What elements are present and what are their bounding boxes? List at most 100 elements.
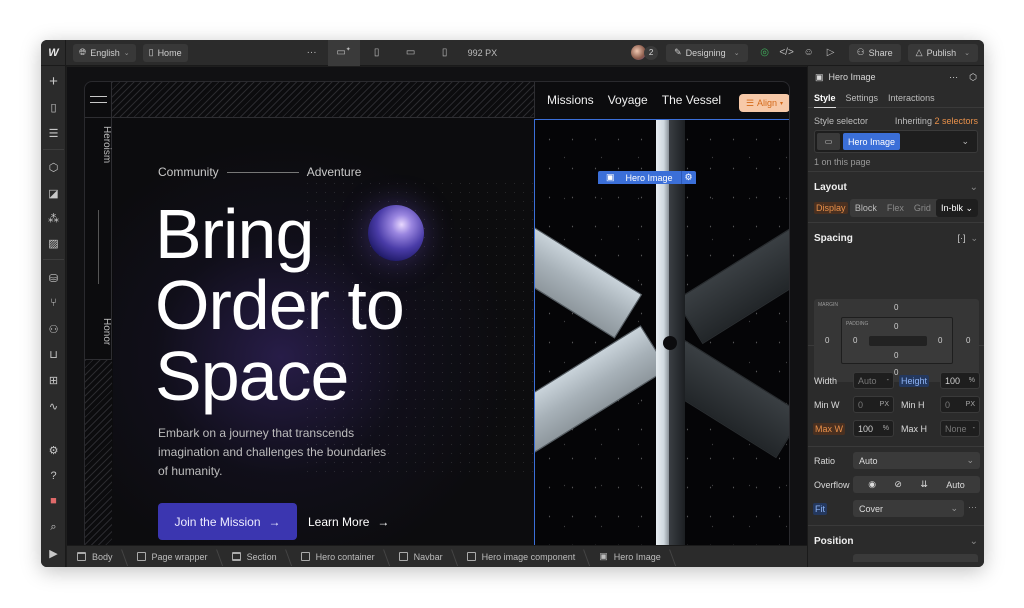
display-inline-block[interactable]: In-blk ⌄ — [935, 199, 978, 217]
assets-icon[interactable]: ▨ — [41, 234, 66, 252]
layout-section-header[interactable]: Layout ⌄ — [808, 176, 984, 198]
padding-top-input[interactable]: 0 — [894, 322, 898, 331]
overflow-hidden-icon[interactable]: ⊘ — [894, 479, 902, 490]
nav-link-vessel[interactable]: The Vessel — [662, 93, 721, 107]
element-settings-icon[interactable]: ⚙ — [680, 171, 696, 184]
webflow-logo[interactable]: W — [41, 40, 66, 66]
padding-bottom-input[interactable]: 0 — [894, 351, 898, 360]
max-height-input[interactable]: None - — [940, 420, 980, 437]
height-input[interactable]: 100% — [940, 372, 980, 389]
margin-left-input[interactable]: 0 — [825, 336, 829, 345]
margin-top-input[interactable]: 0 — [894, 303, 898, 312]
tab-settings[interactable]: Settings — [846, 93, 879, 103]
spacing-section-header[interactable]: Spacing [·] ⌄ — [808, 227, 984, 249]
page-select[interactable]: ▯ Home — [142, 43, 188, 62]
record-icon[interactable]: ■ — [41, 492, 66, 510]
div-icon — [300, 552, 310, 561]
breadcrumb-hero-image-component[interactable]: Hero image component — [457, 546, 590, 568]
breadcrumb: Body Page wrapper Section Hero container… — [67, 545, 807, 567]
join-mission-button[interactable]: Join the Mission → — [158, 503, 297, 540]
cms-icon[interactable]: ⛁ — [41, 269, 66, 287]
overflow-scroll-icon[interactable]: ⇊ — [920, 479, 928, 490]
styles-icon[interactable]: ◪ — [41, 184, 66, 202]
logic-icon[interactable]: ⑂ — [41, 294, 66, 312]
selected-element-label[interactable]: ▣ Hero Image ⚙ — [598, 171, 696, 184]
fit-select[interactable]: Cover ⌄ — [853, 500, 964, 517]
fit-more-icon[interactable]: ··· — [968, 502, 977, 512]
inheriting-prefix: Inheriting — [894, 116, 932, 126]
code-icon[interactable]: </> — [776, 40, 798, 66]
breadcrumb-hero-image[interactable]: ▣ Hero Image — [589, 546, 675, 568]
breakpoint-desktop-icon[interactable]: ▭ ✦ — [327, 40, 360, 66]
apps-icon[interactable]: ⊞ — [41, 371, 66, 389]
align-button[interactable]: ☰ Align ▾ — [739, 94, 789, 112]
overflow-visible-icon[interactable]: ◉ — [868, 479, 876, 490]
padding-left-input[interactable]: 0 — [853, 336, 857, 345]
display-grid[interactable]: Grid — [909, 203, 936, 213]
max-width-unit[interactable]: % — [883, 425, 889, 432]
more-options-icon[interactable]: ··· — [949, 72, 958, 82]
hamburger-icon[interactable] — [85, 82, 112, 118]
overflow-auto[interactable]: Auto — [946, 480, 965, 490]
mode-select[interactable]: ✎ Designing ⌄ — [666, 43, 748, 62]
pages-icon[interactable]: ▯ — [41, 98, 66, 116]
min-width-input[interactable]: 0 PX — [853, 396, 894, 413]
comments-icon[interactable]: ☺ — [798, 40, 820, 66]
breadcrumb-navbar[interactable]: Navbar — [389, 546, 457, 568]
spacing-mode-icon[interactable]: [·] ⌄ — [957, 233, 978, 244]
webflow-designer: W 🌐︎ English ⌄ ▯ Home ··· ▭ ✦ ▯ ▭ ▯ 992 P… — [41, 40, 984, 567]
nav-link-voyage[interactable]: Voyage — [608, 93, 648, 107]
on-page-count: 1 on this page — [808, 157, 984, 167]
selector-chip[interactable]: Hero Image — [843, 133, 901, 150]
more-options-button[interactable]: ··· — [301, 40, 323, 66]
breadcrumb-page-wrapper[interactable]: Page wrapper — [127, 546, 222, 568]
tab-interactions[interactable]: Interactions — [888, 93, 935, 103]
breakpoint-landscape-icon[interactable]: ▭ — [400, 40, 422, 66]
breadcrumb-section[interactable]: Section — [222, 546, 291, 568]
tab-style[interactable]: Style — [814, 93, 836, 108]
padding-right-input[interactable]: 0 — [938, 336, 942, 345]
max-width-input[interactable]: 100% — [853, 420, 894, 437]
breadcrumb-hero-container[interactable]: Hero container — [291, 546, 389, 568]
check-status-icon[interactable]: ◎ — [754, 40, 776, 66]
nav-link-missions[interactable]: Missions — [547, 93, 594, 107]
help-icon[interactable]: ? — [41, 467, 66, 485]
display-block[interactable]: Block — [850, 203, 882, 213]
navigator-icon[interactable]: ☰ — [41, 124, 66, 142]
ratio-select[interactable]: Auto ⌄ — [853, 452, 980, 469]
breakpoint-mobile-icon[interactable]: ▯ — [434, 40, 456, 66]
display-flex[interactable]: Flex — [882, 203, 909, 213]
height-unit[interactable]: % — [969, 377, 975, 384]
collaborator-count[interactable]: 2 — [644, 45, 659, 60]
search-icon[interactable]: ⌕ — [41, 518, 66, 536]
video-icon[interactable]: ▶ — [41, 544, 66, 562]
settings-icon[interactable]: ⚙ — [41, 441, 66, 459]
min-width-unit[interactable]: PX — [880, 401, 889, 408]
divider — [808, 446, 984, 447]
share-button[interactable]: ⚇ Share — [848, 43, 901, 62]
learn-more-link[interactable]: Learn More → — [308, 503, 389, 540]
width-input[interactable]: Auto - — [853, 372, 894, 389]
users-icon[interactable]: ⚇ — [41, 320, 66, 338]
margin-right-input[interactable]: 0 — [966, 336, 970, 345]
design-canvas[interactable]: Heroism Honor Community Adventure Bring … — [67, 67, 807, 551]
language-select[interactable]: 🌐︎ English ⌄ — [73, 43, 136, 62]
chevron-down-icon[interactable]: ⌄ — [961, 136, 969, 147]
min-height-unit[interactable]: PX — [966, 401, 975, 408]
divider — [808, 171, 984, 172]
position-select[interactable] — [853, 554, 978, 562]
ecommerce-icon[interactable]: ⊔ — [41, 345, 66, 363]
publish-button[interactable]: △ Publish ⌄ — [907, 43, 978, 62]
inheriting-info[interactable]: Inheriting 2 selectors — [895, 116, 978, 126]
analytics-icon[interactable]: ∿ — [41, 397, 66, 415]
style-selector-input[interactable]: ▭ Hero Image ⌄ — [814, 130, 978, 153]
breadcrumb-body[interactable]: Body — [67, 546, 127, 568]
variables-icon[interactable]: ⁂ — [41, 209, 66, 227]
component-icon[interactable]: ⬡ — [969, 72, 977, 83]
preview-play-icon[interactable]: ▷ — [820, 40, 842, 66]
position-section-header[interactable]: Position ⌄ — [808, 530, 984, 552]
add-icon[interactable]: + — [41, 72, 66, 90]
min-height-input[interactable]: 0 PX — [940, 396, 980, 413]
breakpoint-tablet-icon[interactable]: ▯ — [366, 40, 388, 66]
components-icon[interactable]: ⬡ — [41, 158, 66, 176]
